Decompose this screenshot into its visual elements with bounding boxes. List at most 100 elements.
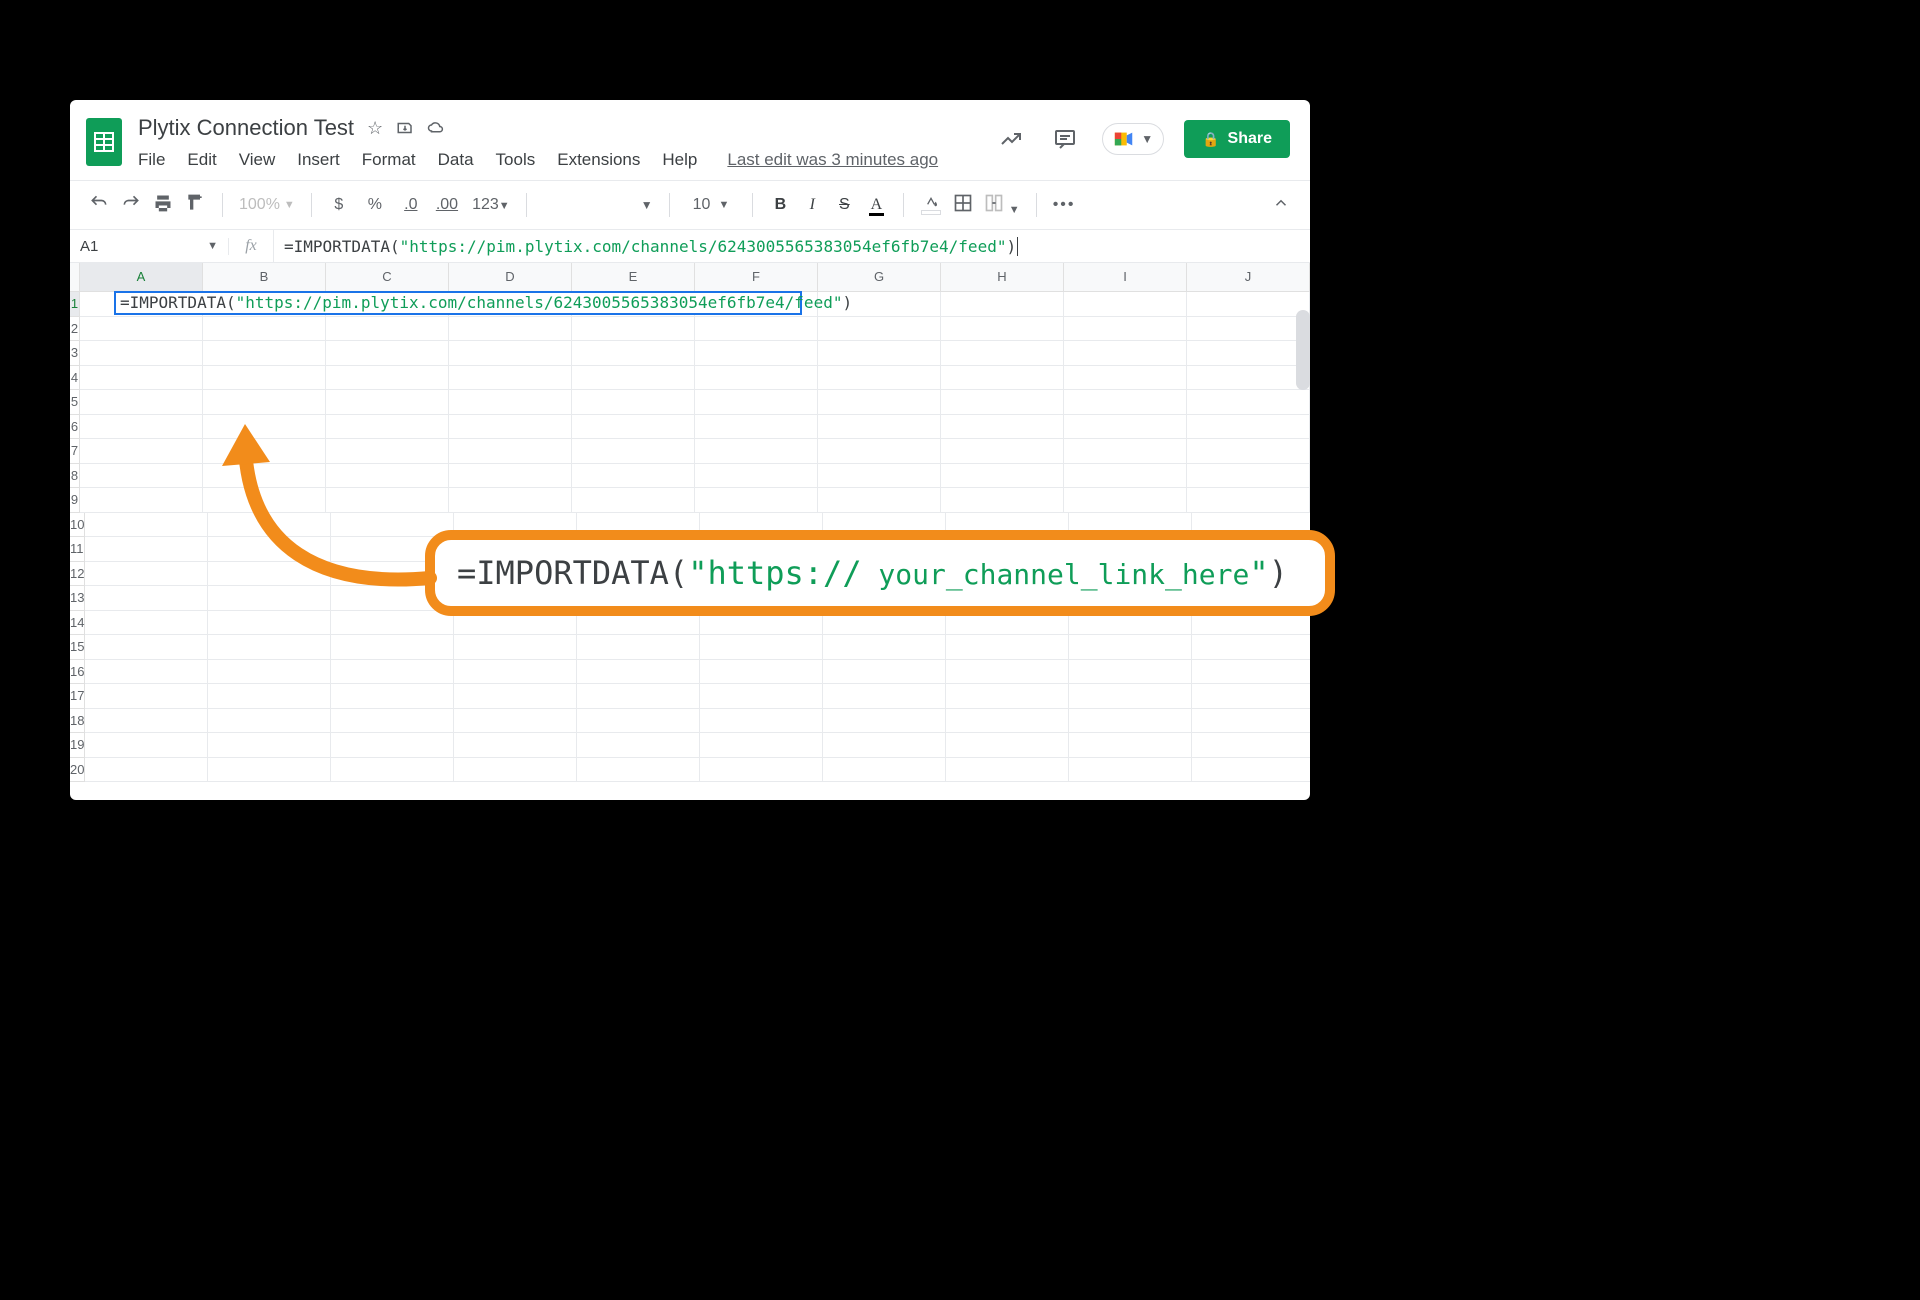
cell[interactable] (823, 660, 946, 685)
cell[interactable] (331, 709, 454, 734)
cell[interactable] (700, 684, 823, 709)
cell[interactable] (85, 709, 208, 734)
col-header-i[interactable]: I (1064, 263, 1187, 291)
cell[interactable] (572, 439, 695, 464)
cell[interactable] (85, 586, 208, 611)
cell[interactable] (208, 660, 331, 685)
col-header-h[interactable]: H (941, 263, 1064, 291)
meet-button[interactable]: ▼ (1102, 123, 1164, 155)
cell[interactable] (449, 317, 572, 342)
cell[interactable] (941, 415, 1064, 440)
move-icon[interactable] (396, 119, 414, 137)
cell[interactable] (331, 758, 454, 783)
cell[interactable] (326, 464, 449, 489)
cell[interactable] (572, 415, 695, 440)
cell[interactable] (946, 733, 1069, 758)
cell[interactable] (818, 390, 941, 415)
col-header-f[interactable]: F (695, 263, 818, 291)
format-percent[interactable]: % (364, 196, 386, 214)
col-header-c[interactable]: C (326, 263, 449, 291)
cell[interactable] (80, 341, 203, 366)
cell[interactable] (818, 415, 941, 440)
cell[interactable] (208, 611, 331, 636)
cell[interactable] (946, 660, 1069, 685)
cell[interactable] (1069, 635, 1192, 660)
cell[interactable] (818, 464, 941, 489)
cell[interactable] (572, 390, 695, 415)
cell[interactable] (1192, 758, 1310, 783)
cell[interactable] (1192, 733, 1310, 758)
cell[interactable] (454, 758, 577, 783)
cell[interactable] (454, 709, 577, 734)
last-edit-info[interactable]: Last edit was 3 minutes ago (727, 150, 938, 170)
cell[interactable] (85, 537, 208, 562)
cell[interactable] (326, 415, 449, 440)
menu-edit[interactable]: Edit (187, 150, 216, 170)
cell[interactable] (700, 733, 823, 758)
cell[interactable] (449, 464, 572, 489)
row-header[interactable]: 16 (70, 660, 85, 685)
cell[interactable] (1187, 341, 1310, 366)
cell[interactable] (946, 684, 1069, 709)
row-header[interactable]: 7 (70, 439, 80, 464)
cell[interactable] (85, 562, 208, 587)
cell[interactable] (1187, 292, 1310, 317)
col-header-j[interactable]: J (1187, 263, 1310, 291)
cell[interactable] (208, 758, 331, 783)
cell[interactable] (1064, 292, 1187, 317)
cell[interactable] (449, 366, 572, 391)
cell[interactable] (80, 317, 203, 342)
cell[interactable] (326, 341, 449, 366)
cell[interactable] (1069, 709, 1192, 734)
cell[interactable] (1187, 317, 1310, 342)
cell[interactable] (818, 439, 941, 464)
cell[interactable] (85, 635, 208, 660)
cell[interactable] (823, 684, 946, 709)
format-currency[interactable]: $ (328, 196, 350, 214)
menu-insert[interactable]: Insert (297, 150, 340, 170)
italic-button[interactable]: I (801, 196, 823, 214)
menu-format[interactable]: Format (362, 150, 416, 170)
cell[interactable] (80, 439, 203, 464)
merge-cells-button[interactable]: ▼ (984, 193, 1019, 218)
cell[interactable] (941, 366, 1064, 391)
cell[interactable] (1187, 415, 1310, 440)
cell[interactable] (572, 366, 695, 391)
cell[interactable] (823, 758, 946, 783)
cell[interactable] (1064, 439, 1187, 464)
cell[interactable] (208, 513, 331, 538)
cell[interactable] (577, 660, 700, 685)
row-header[interactable]: 18 (70, 709, 85, 734)
row-header[interactable]: 11 (70, 537, 85, 562)
vertical-scrollbar[interactable] (1296, 310, 1310, 390)
activity-icon[interactable] (994, 122, 1028, 156)
undo-icon[interactable] (88, 193, 110, 218)
cell[interactable] (1187, 488, 1310, 513)
cell[interactable] (1064, 341, 1187, 366)
cell[interactable] (572, 341, 695, 366)
cell[interactable] (1064, 317, 1187, 342)
cell[interactable] (941, 341, 1064, 366)
cell[interactable] (1064, 415, 1187, 440)
col-header-e[interactable]: E (572, 263, 695, 291)
cell[interactable] (1069, 684, 1192, 709)
menu-file[interactable]: File (138, 150, 165, 170)
cell[interactable] (1192, 709, 1310, 734)
cell[interactable] (203, 366, 326, 391)
row-header[interactable]: 1 (70, 292, 80, 317)
cell[interactable] (577, 733, 700, 758)
cell[interactable] (331, 660, 454, 685)
cell[interactable] (85, 684, 208, 709)
cell[interactable] (700, 635, 823, 660)
cell[interactable] (946, 758, 1069, 783)
row-header[interactable]: 20 (70, 758, 85, 783)
cell[interactable] (208, 684, 331, 709)
cell[interactable] (1064, 366, 1187, 391)
menu-data[interactable]: Data (438, 150, 474, 170)
formula-bar[interactable]: =IMPORTDATA("https://pim.plytix.com/chan… (274, 237, 1310, 256)
cell[interactable] (208, 709, 331, 734)
cell[interactable] (203, 464, 326, 489)
menu-view[interactable]: View (239, 150, 276, 170)
cell[interactable] (946, 635, 1069, 660)
collapse-toolbar-icon[interactable] (1270, 194, 1292, 217)
